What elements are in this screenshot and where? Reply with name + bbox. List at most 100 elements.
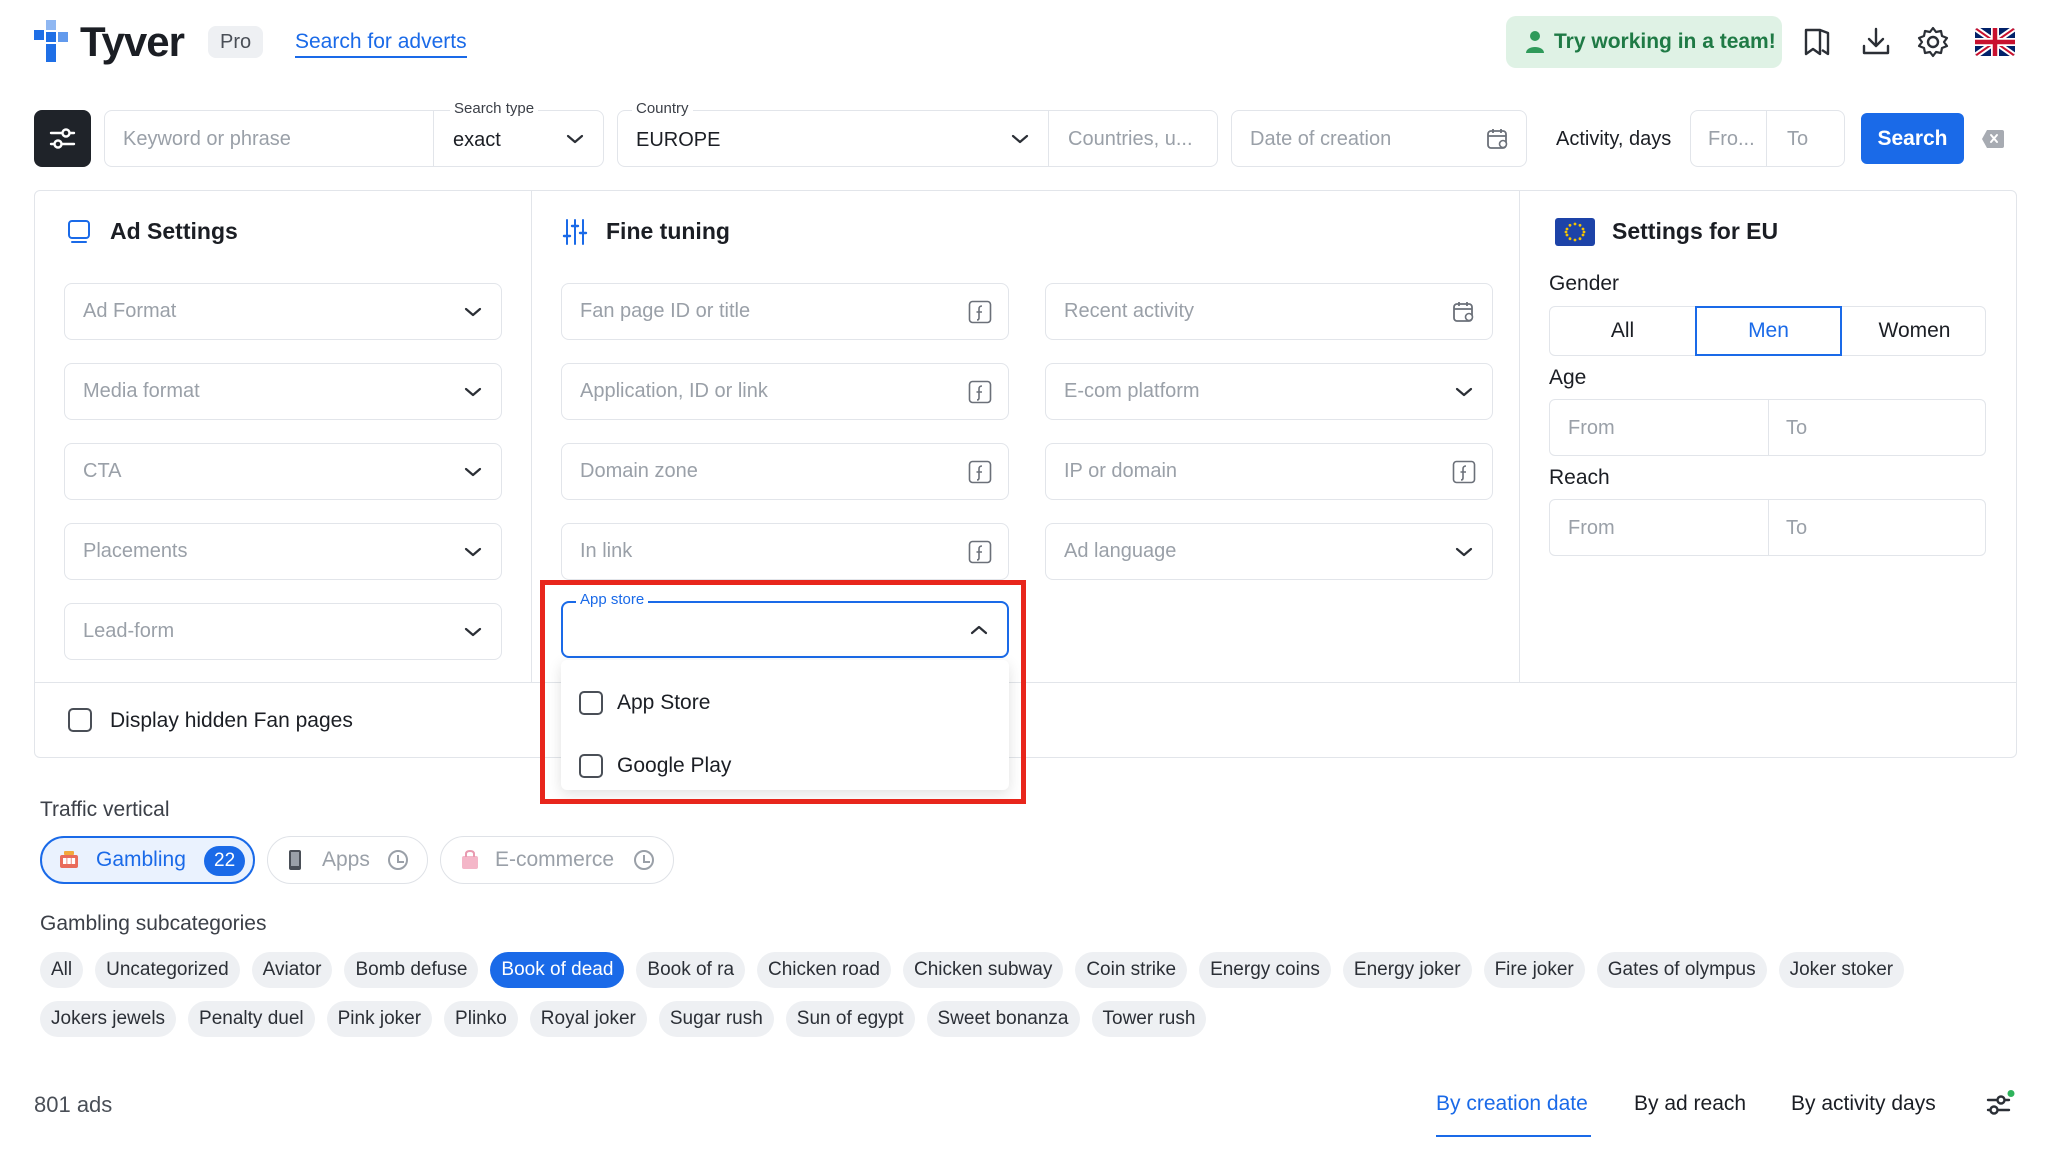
plan-badge: Pro bbox=[208, 26, 264, 58]
subcategory-chip[interactable]: Chicken subway bbox=[902, 952, 1064, 988]
subcategory-chip[interactable]: Book of ra bbox=[636, 952, 746, 988]
cta-select[interactable]: CTA bbox=[64, 443, 502, 500]
search-button[interactable]: Search bbox=[1861, 113, 1964, 164]
activity-to-placeholder: To bbox=[1787, 128, 1809, 150]
ad-settings-title: Ad Settings bbox=[110, 218, 238, 244]
subcategory-chip[interactable]: Energy joker bbox=[1342, 952, 1472, 988]
search-adverts-link[interactable]: Search for adverts bbox=[295, 28, 467, 58]
ad-format-placeholder: Ad Format bbox=[83, 300, 177, 322]
ip-or-domain-input[interactable]: IP or domain bbox=[1045, 443, 1493, 500]
ad-language-select[interactable]: Ad language bbox=[1045, 523, 1493, 580]
uk-flag-icon[interactable] bbox=[1975, 28, 2015, 56]
activity-to-input[interactable]: To bbox=[1766, 110, 1845, 167]
placements-placeholder: Placements bbox=[83, 540, 188, 562]
search-type-select[interactable]: exact bbox=[433, 110, 604, 167]
vertical-apps-chip[interactable]: Apps bbox=[267, 836, 428, 884]
chevron-down-icon bbox=[464, 467, 482, 477]
chevron-down-icon bbox=[464, 627, 482, 637]
reach-range: From To bbox=[1549, 499, 1986, 556]
subcategory-chip[interactable]: Joker stoker bbox=[1778, 952, 1905, 988]
tuning-sliders-icon bbox=[562, 219, 588, 245]
sort-by-activity-days[interactable]: By activity days bbox=[1791, 1092, 1936, 1116]
subcategory-chip[interactable]: Plinko bbox=[444, 1001, 518, 1037]
subcategory-chip[interactable]: All bbox=[40, 952, 84, 988]
subcategory-chip[interactable]: Pink joker bbox=[326, 1001, 433, 1037]
tyver-logo-icon[interactable] bbox=[34, 20, 72, 62]
subcategory-chip[interactable]: Bomb defuse bbox=[344, 952, 479, 988]
gender-all-option[interactable]: All bbox=[1550, 307, 1695, 355]
try-team-button[interactable]: Try working in a team! bbox=[1506, 16, 1782, 68]
vertical-label: Apps bbox=[322, 848, 370, 871]
gender-men-option[interactable]: Men bbox=[1695, 306, 1842, 356]
domain-zone-input[interactable]: Domain zone bbox=[561, 443, 1009, 500]
country-select[interactable]: EUROPE bbox=[617, 110, 1049, 167]
search-type-value: exact bbox=[453, 129, 501, 151]
bookmark-icon[interactable] bbox=[1800, 24, 1836, 60]
active-sort-underline bbox=[1436, 1135, 1591, 1137]
subcategory-chip[interactable]: Jokers jewels bbox=[40, 1001, 177, 1037]
recent-activity-input[interactable]: Recent activity bbox=[1045, 283, 1493, 340]
placements-select[interactable]: Placements bbox=[64, 523, 502, 580]
date-of-creation-input[interactable]: Date of creation bbox=[1231, 110, 1527, 167]
shopping-bag-icon bbox=[462, 849, 478, 869]
download-icon[interactable] bbox=[1858, 24, 1894, 60]
vertical-gambling-chip[interactable]: Gambling 22 bbox=[40, 836, 255, 884]
age-from-input[interactable]: From bbox=[1568, 417, 1615, 440]
slot-machine-icon bbox=[60, 851, 78, 868]
keyword-placeholder: Keyword or phrase bbox=[123, 128, 291, 150]
chevron-down-icon bbox=[464, 307, 482, 317]
try-team-label: Try working in a team! bbox=[1554, 30, 1776, 53]
sort-by-creation-date[interactable]: By creation date bbox=[1436, 1092, 1588, 1116]
subcategory-chip[interactable]: Sun of egypt bbox=[785, 1001, 915, 1037]
fan-page-input[interactable]: Fan page ID or title bbox=[561, 283, 1009, 340]
subcategory-chip[interactable]: Chicken road bbox=[757, 952, 891, 988]
subcategory-chip[interactable]: Fire joker bbox=[1483, 952, 1585, 988]
countries-input[interactable]: Countries, u... bbox=[1048, 110, 1218, 167]
ad-format-select[interactable]: Ad Format bbox=[64, 283, 502, 340]
subcategory-chip[interactable]: Penalty duel bbox=[188, 1001, 315, 1037]
ecom-platform-placeholder: E-com platform bbox=[1064, 380, 1200, 402]
subcategory-chip[interactable]: Aviator bbox=[251, 952, 333, 988]
in-link-input[interactable]: In link bbox=[561, 523, 1009, 580]
filters-toggle-button[interactable] bbox=[34, 110, 91, 167]
vertical-label: Gambling bbox=[96, 848, 186, 871]
subcategory-chip[interactable]: Royal joker bbox=[529, 1001, 647, 1037]
vertical-ecommerce-chip[interactable]: E-commerce bbox=[440, 836, 674, 884]
gender-label: Gender bbox=[1549, 272, 1620, 295]
chevron-down-icon bbox=[464, 547, 482, 557]
subcategory-chip[interactable]: Gates of olympus bbox=[1596, 952, 1767, 988]
clear-icon[interactable] bbox=[1981, 128, 2005, 150]
sort-by-ad-reach[interactable]: By ad reach bbox=[1634, 1092, 1746, 1116]
subcategory-chip[interactable]: Tower rush bbox=[1091, 1001, 1207, 1037]
reach-from-input[interactable]: From bbox=[1568, 517, 1615, 540]
media-format-select[interactable]: Media format bbox=[64, 363, 502, 420]
keyword-input[interactable]: Keyword or phrase bbox=[104, 110, 434, 167]
reach-to-input[interactable]: To bbox=[1786, 517, 1807, 540]
subcategory-chip[interactable]: Sweet bonanza bbox=[926, 1001, 1080, 1037]
subcategory-chip[interactable]: Coin strike bbox=[1075, 952, 1188, 988]
traffic-vertical-title: Traffic vertical bbox=[40, 798, 170, 821]
lead-form-select[interactable]: Lead-form bbox=[64, 603, 502, 660]
view-settings-icon[interactable] bbox=[1985, 1090, 2015, 1120]
ecom-platform-select[interactable]: E-com platform bbox=[1045, 363, 1493, 420]
age-label: Age bbox=[1549, 366, 1587, 389]
application-input[interactable]: Application, ID or link bbox=[561, 363, 1009, 420]
subcategory-chip[interactable]: Book of dead bbox=[490, 952, 625, 988]
activity-from-input[interactable]: Fro... bbox=[1690, 110, 1767, 167]
gambling-subcategories-title: Gambling subcategories bbox=[40, 912, 267, 935]
subcategory-chip[interactable]: Uncategorized bbox=[95, 952, 240, 988]
chevron-down-icon bbox=[1455, 547, 1473, 557]
brand-name[interactable]: Tyver bbox=[80, 18, 185, 66]
subcategory-chip[interactable]: Sugar rush bbox=[658, 1001, 774, 1037]
vertical-count-badge: 22 bbox=[204, 846, 246, 876]
calendar-icon bbox=[1453, 302, 1474, 322]
gender-women-option[interactable]: Women bbox=[1842, 307, 1987, 355]
age-to-input[interactable]: To bbox=[1786, 417, 1807, 440]
gear-icon[interactable] bbox=[1915, 24, 1951, 60]
chevron-down-icon bbox=[464, 387, 482, 397]
function-icon bbox=[968, 380, 992, 404]
chevron-down-icon bbox=[1011, 134, 1029, 144]
checkbox[interactable] bbox=[68, 708, 92, 732]
subcategory-chip[interactable]: Energy coins bbox=[1199, 952, 1331, 988]
country-value: EUROPE bbox=[636, 129, 721, 151]
